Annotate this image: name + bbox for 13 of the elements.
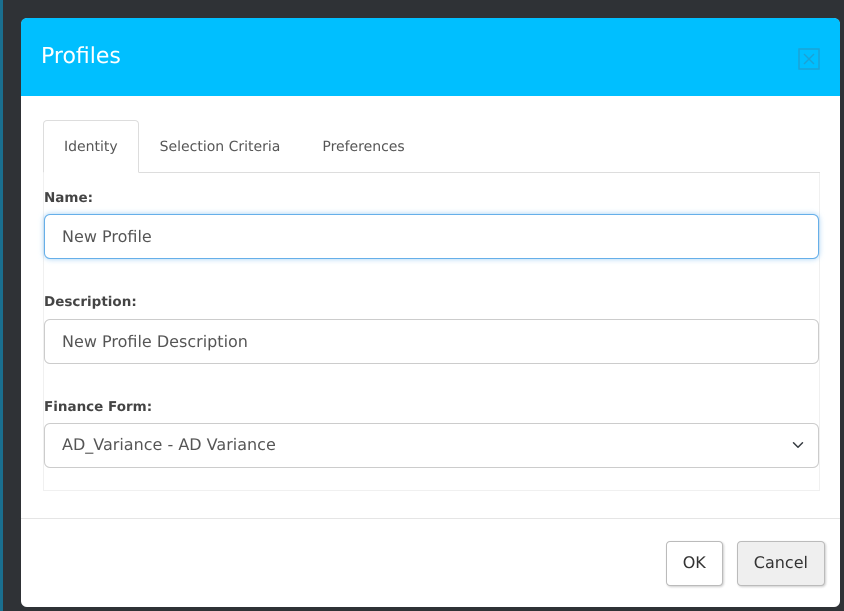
field-label: Name: xyxy=(44,189,94,208)
field-label: Finance Form: xyxy=(44,398,152,416)
finance-form-dropdown[interactable]: AD_Variance - AD Variance xyxy=(44,422,819,468)
close-icon[interactable] xyxy=(798,46,820,68)
field-label: Description: xyxy=(44,293,137,312)
dialog-title: Profiles xyxy=(41,44,121,70)
tab[interactable]: Selection Criteria xyxy=(138,120,302,173)
ok-button[interactable]: OK xyxy=(666,540,723,586)
tab[interactable]: Preferences xyxy=(301,120,426,173)
cancel-button[interactable]: Cancel xyxy=(736,540,825,586)
input-field[interactable]: New Profile xyxy=(44,214,819,260)
tab[interactable]: Identity xyxy=(43,120,139,173)
input-field[interactable]: New Profile Description xyxy=(44,318,819,364)
